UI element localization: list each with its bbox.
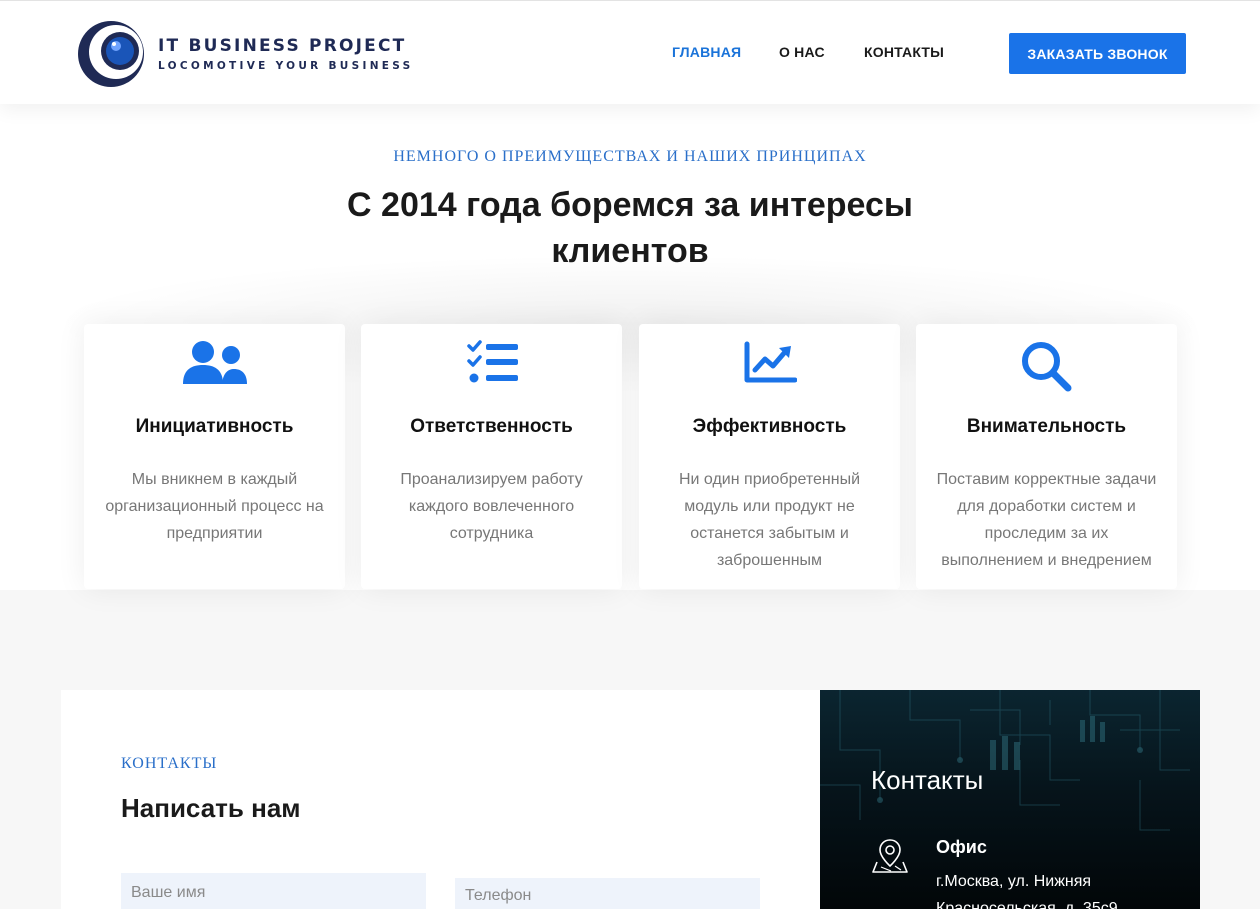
- contact-form-title: Написать нам: [121, 793, 301, 824]
- phone-input[interactable]: [455, 878, 760, 909]
- contact-title-regular: Написать: [121, 793, 252, 823]
- card-title: Эффективность: [692, 416, 847, 437]
- checklist-icon: [361, 340, 622, 390]
- map-pin-icon: [871, 836, 909, 874]
- contact-kicker: КОНТАКТЫ: [121, 755, 218, 772]
- card-title: Внимательность: [966, 416, 1127, 437]
- name-input[interactable]: [121, 873, 426, 909]
- card-title: Ответственность: [410, 416, 573, 437]
- card-text: Ни один приобретенный модуль или продукт…: [678, 471, 861, 569]
- brand-title: IT BUSINESS PROJECT: [158, 36, 407, 56]
- contact-form-section: КОНТАКТЫ Написать нам: [61, 690, 820, 909]
- advantage-card: Инициативность Мы вникнем в каждый орган…: [84, 324, 345, 589]
- card-text: Поставим корректные задачи для доработки…: [936, 471, 1157, 569]
- site-header: IT BUSINESS PROJECT LOCOMOTIVE YOUR BUSI…: [0, 0, 1260, 104]
- advantages-kicker: НЕМНОГО О ПРЕИМУЩЕСТВАХ И НАШИХ ПРИНЦИПА…: [393, 148, 867, 165]
- office-label: Офис: [936, 837, 987, 857]
- advantage-card: Ответственность Проанализируем работу ка…: [361, 324, 622, 589]
- contact-title-bold: нам: [251, 793, 301, 823]
- nav-item-about[interactable]: О НАС: [779, 44, 825, 60]
- card-text: Проанализируем работу каждого вовлеченно…: [400, 471, 583, 542]
- contact-info-panel: Контакты Офис г.Москва, ул. Нижняя Красн…: [820, 690, 1200, 909]
- brand-logo[interactable]: IT BUSINESS PROJECT LOCOMOTIVE YOUR BUSI…: [76, 18, 416, 90]
- advantage-card: Эффективность Ни один приобретенный моду…: [639, 324, 900, 589]
- order-call-button[interactable]: ЗАКАЗАТЬ ЗВОНОК: [1009, 33, 1186, 74]
- office-address: г.Москва, ул. Нижняя Красносельская, д. …: [936, 873, 1118, 909]
- advantages-section: НЕМНОГО О ПРЕИМУЩЕСТВАХ И НАШИХ ПРИНЦИПА…: [0, 104, 1260, 590]
- contact-info-title: Контакты: [871, 765, 984, 795]
- logo-mark-icon: [76, 19, 146, 89]
- nav-item-home[interactable]: ГЛАВНАЯ: [672, 44, 741, 60]
- nav-item-contacts[interactable]: КОНТАКТЫ: [864, 44, 944, 60]
- brand-tagline: LOCOMOTIVE YOUR BUSINESS: [158, 60, 414, 72]
- chart-line-icon: [639, 340, 900, 390]
- search-icon: [916, 340, 1177, 392]
- card-title: Инициативность: [135, 416, 294, 437]
- advantage-card: Внимательность Поставим корректные задач…: [916, 324, 1177, 589]
- users-icon: [84, 340, 345, 390]
- card-text: Мы вникнем в каждый организационный проц…: [105, 471, 324, 542]
